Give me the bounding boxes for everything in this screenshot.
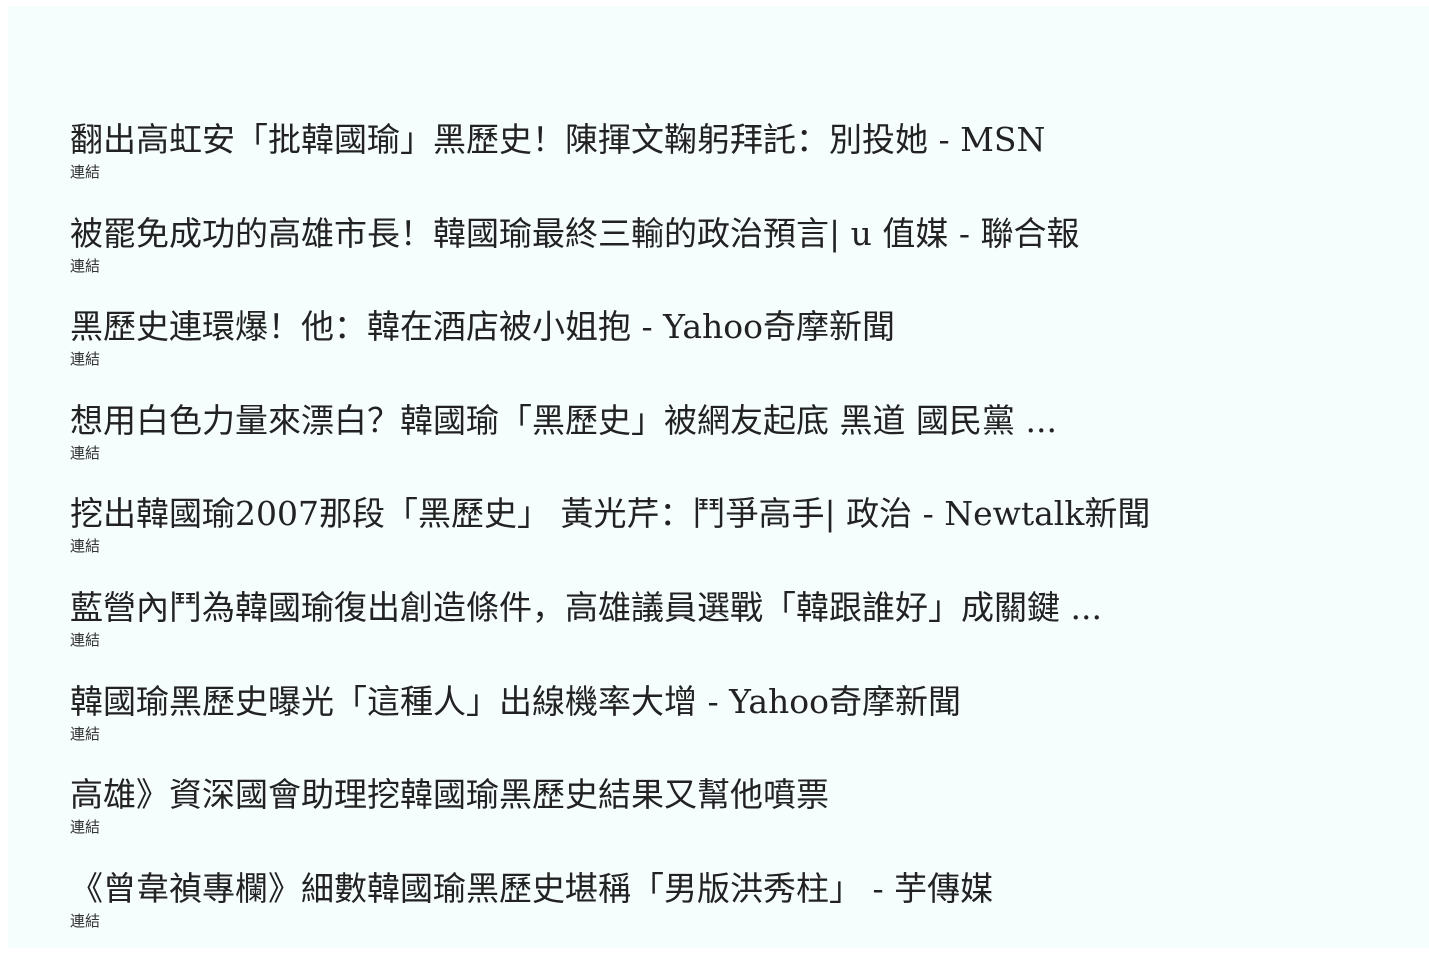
- result-title-link[interactable]: 挖出韓國瑜2007那段「黑歷史」 黃光芹：鬥爭高手| 政治 - Newtalk新…: [70, 492, 1370, 536]
- result-title-link[interactable]: 《曾韋禎專欄》細數韓國瑜黑歷史堪稱「男版洪秀柱」 - 芋傳媒: [70, 867, 1370, 911]
- result-link-label[interactable]: 連結: [70, 350, 1370, 368]
- result-link-label[interactable]: 連結: [70, 444, 1370, 462]
- result-title-link[interactable]: 藍營內鬥為韓國瑜復出創造條件，高雄議員選戰「韓跟誰好」成關鍵 ...: [70, 586, 1370, 630]
- result-link-label[interactable]: 連結: [70, 912, 1370, 930]
- result-title-link[interactable]: 被罷免成功的高雄市長！韓國瑜最終三輸的政治預言| u 值媒 - 聯合報: [70, 212, 1370, 256]
- results-list: 翻出高虹安「批韓國瑜」黑歷史！陳揮文鞠躬拜託：別投她 - MSN 連結 被罷免成…: [70, 118, 1370, 960]
- result-title-link[interactable]: 想用白色力量來漂白？韓國瑜「黑歷史」被網友起底 黑道 國民黨 ...: [70, 399, 1370, 443]
- result-link-label[interactable]: 連結: [70, 163, 1370, 181]
- list-item: 被罷免成功的高雄市長！韓國瑜最終三輸的政治預言| u 值媒 - 聯合報 連結: [70, 212, 1370, 306]
- list-item: 韓國瑜黑歷史曝光「這種人」出線機率大增 - Yahoo奇摩新聞 連結: [70, 680, 1370, 774]
- result-link-label[interactable]: 連結: [70, 631, 1370, 649]
- list-item: 藍營內鬥為韓國瑜復出創造條件，高雄議員選戰「韓跟誰好」成關鍵 ... 連結: [70, 586, 1370, 680]
- page-background: 翻出高虹安「批韓國瑜」黑歷史！陳揮文鞠躬拜託：別投她 - MSN 連結 被罷免成…: [8, 6, 1429, 948]
- list-item: 想用白色力量來漂白？韓國瑜「黑歷史」被網友起底 黑道 國民黨 ... 連結: [70, 399, 1370, 493]
- result-link-label[interactable]: 連結: [70, 818, 1370, 836]
- result-title-link[interactable]: 韓國瑜黑歷史曝光「這種人」出線機率大增 - Yahoo奇摩新聞: [70, 680, 1370, 724]
- list-item: 挖出韓國瑜2007那段「黑歷史」 黃光芹：鬥爭高手| 政治 - Newtalk新…: [70, 492, 1370, 586]
- result-title-link[interactable]: 黑歷史連環爆！他：韓在酒店被小姐抱 - Yahoo奇摩新聞: [70, 305, 1370, 349]
- result-link-label[interactable]: 連結: [70, 725, 1370, 743]
- list-item: 《曾韋禎專欄》細數韓國瑜黑歷史堪稱「男版洪秀柱」 - 芋傳媒 連結: [70, 867, 1370, 960]
- result-link-label[interactable]: 連結: [70, 537, 1370, 555]
- list-item: 黑歷史連環爆！他：韓在酒店被小姐抱 - Yahoo奇摩新聞 連結: [70, 305, 1370, 399]
- result-title-link[interactable]: 高雄》資深國會助理挖韓國瑜黑歷史結果又幫他噴票: [70, 773, 1370, 817]
- list-item: 翻出高虹安「批韓國瑜」黑歷史！陳揮文鞠躬拜託：別投她 - MSN 連結: [70, 118, 1370, 212]
- result-link-label[interactable]: 連結: [70, 257, 1370, 275]
- list-item: 高雄》資深國會助理挖韓國瑜黑歷史結果又幫他噴票 連結: [70, 773, 1370, 867]
- result-title-link[interactable]: 翻出高虹安「批韓國瑜」黑歷史！陳揮文鞠躬拜託：別投她 - MSN: [70, 118, 1370, 162]
